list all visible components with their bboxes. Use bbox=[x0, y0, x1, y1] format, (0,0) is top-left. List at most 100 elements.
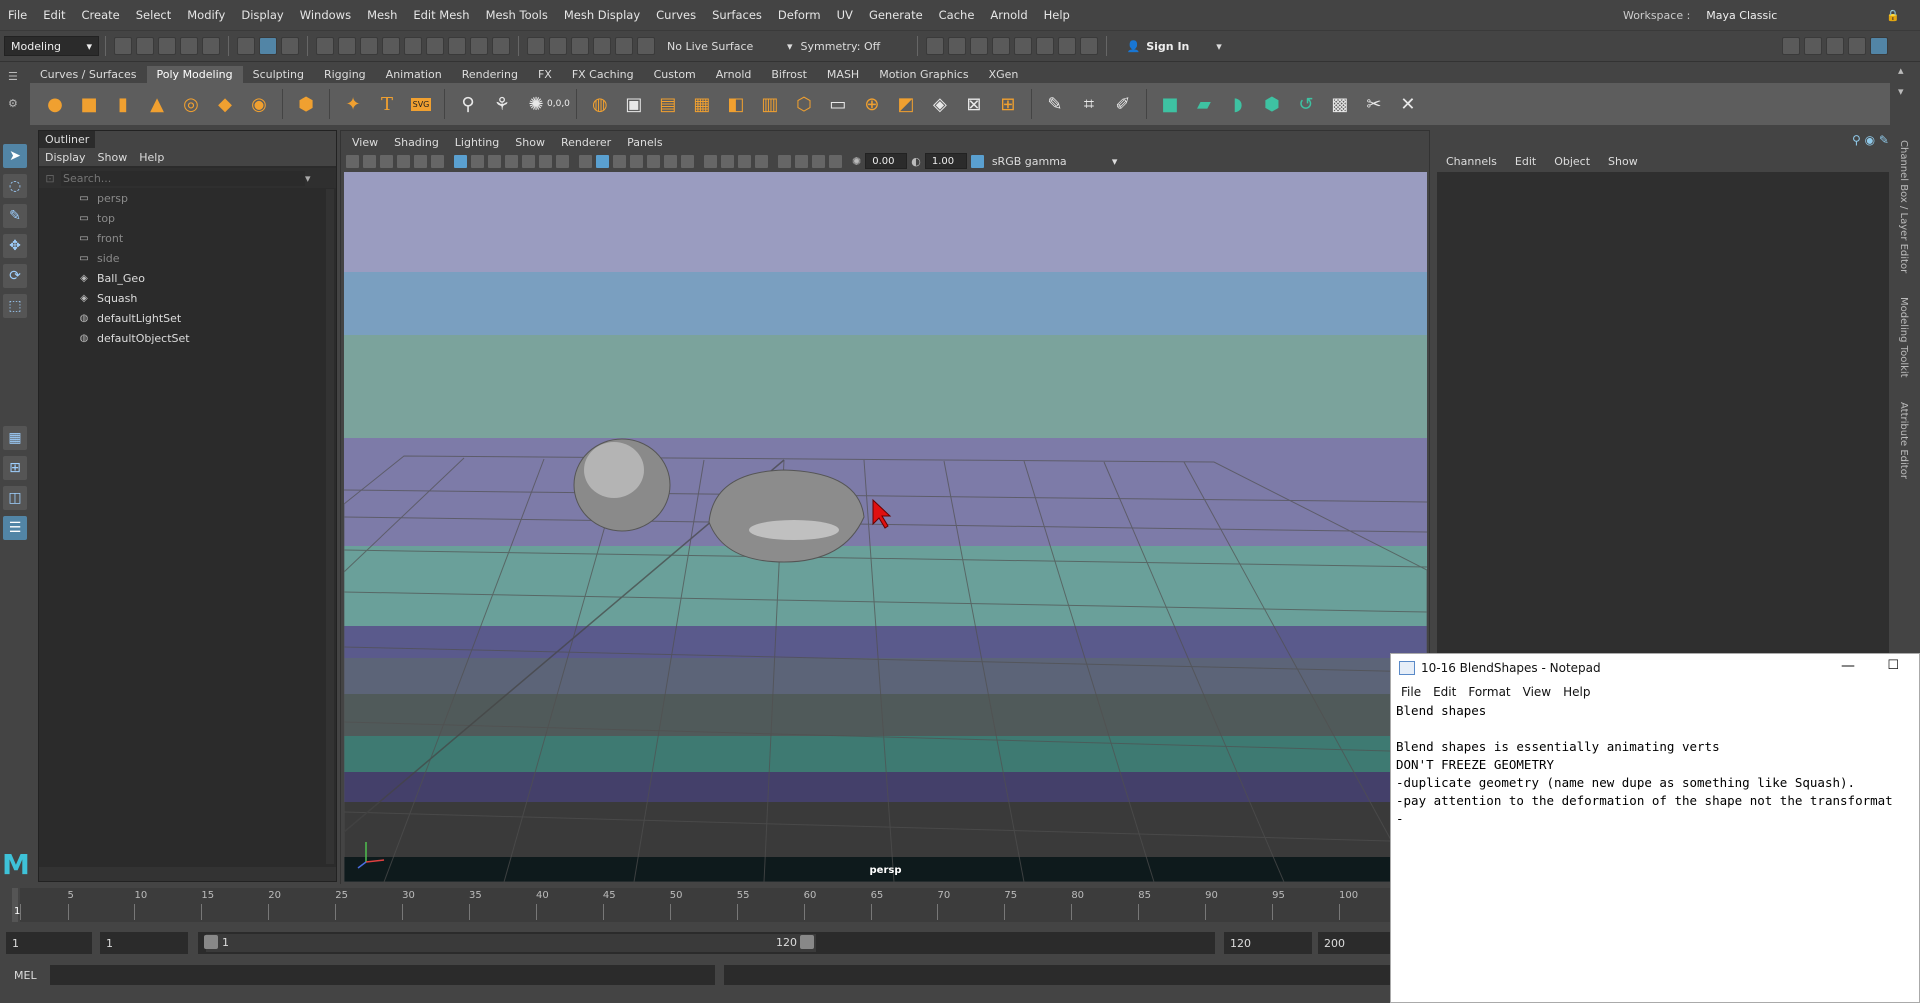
poly-torus-icon[interactable]: ◎ bbox=[177, 90, 205, 118]
depth-of-field-icon[interactable] bbox=[755, 154, 768, 168]
rotate-icon[interactable] bbox=[637, 37, 655, 55]
safe-title-icon[interactable] bbox=[556, 154, 569, 168]
time-slider-track[interactable]: 1510152025303540455055606570758085909510… bbox=[20, 888, 1395, 922]
range-handle-end[interactable] bbox=[800, 935, 814, 949]
camera-attr-icon[interactable] bbox=[363, 154, 376, 168]
shelf-tab-curves-surfaces[interactable]: Curves / Surfaces bbox=[30, 66, 147, 83]
viewport-menu-shading[interactable]: Shading bbox=[386, 136, 447, 149]
outliner-h-scrollbar[interactable] bbox=[39, 867, 336, 881]
type-icon[interactable]: T bbox=[373, 90, 401, 118]
antialiasing-icon[interactable] bbox=[738, 154, 751, 168]
snap-surface-icon[interactable] bbox=[382, 37, 400, 55]
toggle-panel-icon[interactable] bbox=[1870, 37, 1888, 55]
poly-cone-icon[interactable]: ▲ bbox=[143, 90, 171, 118]
color-management-icon[interactable] bbox=[970, 154, 984, 168]
scale-tool-icon[interactable]: ⬚ bbox=[3, 294, 27, 318]
notepad-menu-edit[interactable]: Edit bbox=[1427, 685, 1462, 699]
shelf-tab-arnold[interactable]: Arnold bbox=[705, 66, 762, 83]
snap-point-icon[interactable] bbox=[360, 37, 378, 55]
menu-help[interactable]: Help bbox=[1036, 8, 1078, 22]
range-handle-start[interactable] bbox=[204, 935, 218, 949]
smooth-shade-icon[interactable] bbox=[596, 154, 609, 168]
playback-end-field[interactable]: 120 bbox=[1224, 932, 1312, 954]
poly-cube-icon[interactable]: ■ bbox=[75, 90, 103, 118]
separate-icon[interactable]: ▣ bbox=[620, 90, 648, 118]
center-pivot-icon[interactable]: ✺ bbox=[522, 90, 550, 118]
channel-icons[interactable]: ⚲ ◉ ✎ bbox=[1852, 133, 1889, 147]
outliner-menu-display[interactable]: Display bbox=[39, 151, 92, 164]
menu-deform[interactable]: Deform bbox=[770, 8, 829, 22]
output-icon[interactable] bbox=[615, 37, 633, 55]
reduce-icon[interactable]: ⊕ bbox=[858, 90, 886, 118]
edge-loop-icon[interactable]: ⌗ bbox=[1075, 90, 1103, 118]
notepad-window[interactable]: 10-16 BlendShapes - Notepad — ☐ File Edit… bbox=[1390, 653, 1920, 1003]
outliner-item-ball-geo[interactable]: ◈ Ball_Geo bbox=[39, 268, 336, 288]
chevron-down-icon[interactable]: ▾ bbox=[1898, 85, 1920, 98]
snap-curve-icon[interactable] bbox=[338, 37, 356, 55]
menu-edit[interactable]: Edit bbox=[35, 8, 73, 22]
mode-dropdown[interactable]: Modeling ▾ bbox=[4, 36, 99, 56]
shelf-tab-xgen[interactable]: XGen bbox=[978, 66, 1029, 83]
wireframe-icon[interactable] bbox=[579, 154, 592, 168]
outliner-item-front[interactable]: ▭ front bbox=[39, 228, 336, 248]
shelf-tab-fx[interactable]: FX bbox=[527, 66, 562, 83]
shelf-tab-animation[interactable]: Animation bbox=[375, 66, 452, 83]
measure-icon[interactable]: ⚲ bbox=[454, 90, 482, 118]
shelf-scroll[interactable]: ▴ ▾ bbox=[1892, 62, 1920, 126]
reset-transform-label[interactable]: 0,0,0 bbox=[547, 99, 570, 109]
gamma-field[interactable]: 1.00 bbox=[924, 153, 967, 169]
snap-live-icon[interactable] bbox=[426, 37, 444, 55]
default-material-icon[interactable] bbox=[613, 154, 626, 168]
grease-pencil-icon[interactable] bbox=[431, 154, 444, 168]
workspace-selector[interactable]: Workspace : Maya Classic 🔒 bbox=[1623, 0, 1900, 30]
menu-select[interactable]: Select bbox=[128, 8, 179, 22]
viewport-menu-show[interactable]: Show bbox=[507, 136, 553, 149]
playback-start-field[interactable]: 1 bbox=[100, 932, 188, 954]
shelf-tab-motion-graphics[interactable]: Motion Graphics bbox=[869, 66, 979, 83]
menu-cache[interactable]: Cache bbox=[931, 8, 983, 22]
two-view-icon[interactable]: ◫ bbox=[3, 486, 27, 510]
lock-icon[interactable] bbox=[470, 37, 488, 55]
paint-select-tool-icon[interactable]: ✎ bbox=[3, 204, 27, 228]
uv-cut-icon[interactable]: ✂ bbox=[1360, 90, 1388, 118]
menu-windows[interactable]: Windows bbox=[292, 8, 359, 22]
mel-input[interactable] bbox=[50, 965, 715, 985]
super-shape-icon[interactable]: ✦ bbox=[339, 90, 367, 118]
resolution-gate-icon[interactable] bbox=[488, 154, 501, 168]
render-frame-icon[interactable] bbox=[925, 37, 944, 55]
outliner-item-persp[interactable]: ▭ persp bbox=[39, 188, 336, 208]
safe-action-icon[interactable] bbox=[539, 154, 552, 168]
menu-edit-mesh[interactable]: Edit Mesh bbox=[405, 8, 477, 22]
menu-surfaces[interactable]: Surfaces bbox=[704, 8, 770, 22]
bevel-icon[interactable]: ◈ bbox=[926, 90, 954, 118]
menu-mesh[interactable]: Mesh bbox=[359, 8, 405, 22]
grid-icon[interactable] bbox=[454, 154, 467, 168]
menu-uv[interactable]: UV bbox=[829, 8, 861, 22]
viewport-menu-lighting[interactable]: Lighting bbox=[447, 136, 507, 149]
outliner-menu-show[interactable]: Show bbox=[92, 151, 134, 164]
notepad-menu-view[interactable]: View bbox=[1517, 685, 1557, 699]
end-time-field[interactable]: 200 bbox=[1318, 932, 1394, 954]
pause-icon[interactable] bbox=[1079, 37, 1098, 55]
shelf-tab-custom[interactable]: Custom bbox=[643, 66, 706, 83]
chevron-down-icon[interactable]: ▾ bbox=[305, 172, 311, 185]
snap-grid-icon[interactable] bbox=[316, 37, 334, 55]
range-slider-track[interactable]: 1 120 bbox=[198, 932, 1215, 954]
shelf-tab-sculpting[interactable]: Sculpting bbox=[242, 66, 314, 83]
render-view-icon[interactable] bbox=[1035, 37, 1054, 55]
uv-sew-icon[interactable]: ✕ bbox=[1394, 90, 1422, 118]
image-plane-icon[interactable] bbox=[397, 154, 410, 168]
channelbox-menu-edit[interactable]: Edit bbox=[1506, 155, 1545, 168]
outliner-item-defaultlightset[interactable]: ◍ defaultLightSet bbox=[39, 308, 336, 328]
boolean-icon[interactable]: ◧ bbox=[722, 90, 750, 118]
poly-cylinder-icon[interactable]: ▮ bbox=[109, 90, 137, 118]
arnold-render-icon[interactable] bbox=[1057, 37, 1076, 55]
single-view-icon[interactable]: ▦ bbox=[3, 426, 27, 450]
new-scene-icon[interactable] bbox=[114, 37, 132, 55]
chevron-down-icon[interactable]: ▾ bbox=[787, 40, 793, 53]
channelbox-menu-channels[interactable]: Channels bbox=[1437, 155, 1506, 168]
select-camera-icon[interactable] bbox=[346, 154, 359, 168]
live-surface-label[interactable]: No Live Surface bbox=[667, 40, 777, 53]
channelbox-menu-show[interactable]: Show bbox=[1599, 155, 1647, 168]
rotate-tool-icon[interactable]: ⟳ bbox=[3, 264, 27, 288]
